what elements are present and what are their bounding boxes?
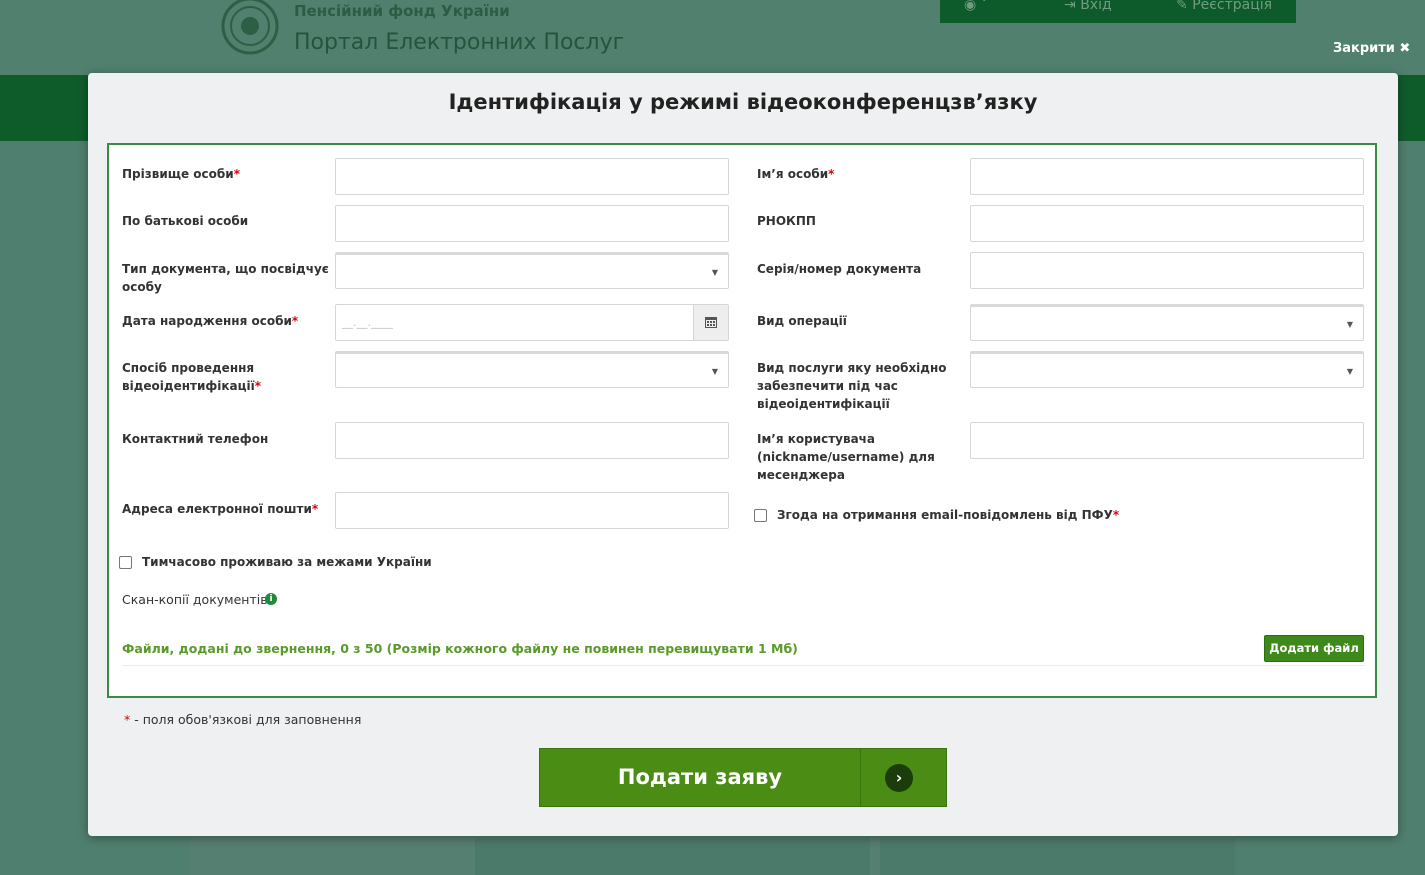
service-type-label: Вид послуги яку необхідно забезпечити пі… bbox=[757, 361, 947, 411]
phone-input[interactable] bbox=[335, 422, 729, 459]
identification-form: Прізвище особи* Ім’я особи* По батькові … bbox=[107, 143, 1377, 698]
calendar-button[interactable] bbox=[693, 305, 728, 340]
surname-label: Прізвище особи* bbox=[122, 167, 240, 181]
rnokpp-input[interactable] bbox=[970, 205, 1364, 242]
birth-date-placeholder: __.__.____ bbox=[342, 316, 393, 329]
email-label: Адреса електронної пошти* bbox=[122, 502, 319, 516]
phone-label: Контактний телефон bbox=[122, 432, 269, 446]
email-consent-checkbox[interactable] bbox=[754, 509, 767, 522]
submit-button-separator bbox=[860, 749, 861, 806]
caret-down-icon: ▼ bbox=[711, 367, 718, 376]
modal-title: Ідентифікація у режимі відеоконференцзв’… bbox=[448, 90, 1038, 114]
doc-type-select[interactable]: ▼ bbox=[335, 252, 729, 289]
birth-date-input[interactable]: __.__.____ bbox=[335, 304, 729, 341]
abroad-checkbox[interactable] bbox=[119, 556, 132, 569]
submit-application-button[interactable]: Подати заяву › bbox=[539, 748, 947, 807]
doc-type-label: Тип документа, що посвідчує особу bbox=[122, 262, 329, 294]
org-name: Пенсійний фонд України bbox=[294, 2, 510, 20]
email-consent-label: Згода на отримання email-повідомлень від… bbox=[777, 508, 1120, 522]
operation-type-select[interactable]: ▼ bbox=[970, 304, 1364, 341]
required-fields-note: * - поля обов'язкові для заповнення bbox=[124, 712, 362, 727]
first-name-input[interactable] bbox=[970, 158, 1364, 195]
divider bbox=[122, 665, 1365, 666]
doc-number-label: Серія/номер документа bbox=[757, 262, 922, 276]
info-icon[interactable]: i bbox=[265, 593, 277, 605]
messenger-username-label: Ім’я користувача (nickname/username) для… bbox=[757, 432, 935, 482]
submit-button-label: Подати заяву bbox=[617, 765, 783, 789]
birth-date-label: Дата народження особи* bbox=[122, 314, 299, 328]
background-card bbox=[880, 838, 1235, 875]
service-type-select[interactable]: ▼ bbox=[970, 351, 1364, 388]
caret-down-icon: ▼ bbox=[1346, 320, 1353, 329]
add-file-button[interactable]: Додати файл ▾ bbox=[1264, 635, 1364, 680]
files-info-text: Файли, додані до звернення, 0 з 50 (Розм… bbox=[122, 641, 798, 656]
top-nav: ◉ ˅ ⇥ Вхід ✎ Реєстрація bbox=[940, 0, 1296, 23]
pfu-logo-icon bbox=[221, 0, 279, 55]
rnokpp-label: РНОКПП bbox=[757, 214, 816, 228]
video-method-select[interactable]: ▼ bbox=[335, 351, 729, 388]
video-identification-modal: Ідентифікація у режимі відеоконференцзв’… bbox=[88, 73, 1398, 836]
close-modal-button[interactable]: Закрити ✖ bbox=[1333, 41, 1410, 56]
chevron-right-icon: › bbox=[885, 764, 913, 792]
first-name-label: Ім’я особи* bbox=[757, 167, 835, 181]
surname-input[interactable] bbox=[335, 158, 729, 195]
eye-icon[interactable]: ◉ ˅ bbox=[964, 0, 988, 13]
operation-type-label: Вид операції bbox=[757, 314, 847, 328]
patronymic-input[interactable] bbox=[335, 205, 729, 242]
nav-login[interactable]: ⇥ Вхід bbox=[1064, 0, 1112, 13]
calendar-icon bbox=[705, 317, 717, 328]
caret-down-icon: ▼ bbox=[1346, 367, 1353, 376]
doc-number-input[interactable] bbox=[970, 252, 1364, 289]
portal-name: Портал Електронних Послуг bbox=[294, 30, 625, 55]
abroad-label: Тимчасово проживаю за межами України bbox=[142, 555, 432, 569]
patronymic-label: По батькові особи bbox=[122, 214, 249, 228]
messenger-username-input[interactable] bbox=[970, 422, 1364, 459]
background-card bbox=[475, 838, 870, 875]
video-method-label: Спосіб проведення відеоідентифікації* bbox=[122, 361, 262, 393]
email-input[interactable] bbox=[335, 492, 729, 529]
scan-copies-label: Скан-копії документів bbox=[122, 592, 268, 607]
caret-down-icon: ▼ bbox=[711, 268, 718, 277]
nav-register[interactable]: ✎ Реєстрація bbox=[1176, 0, 1272, 13]
